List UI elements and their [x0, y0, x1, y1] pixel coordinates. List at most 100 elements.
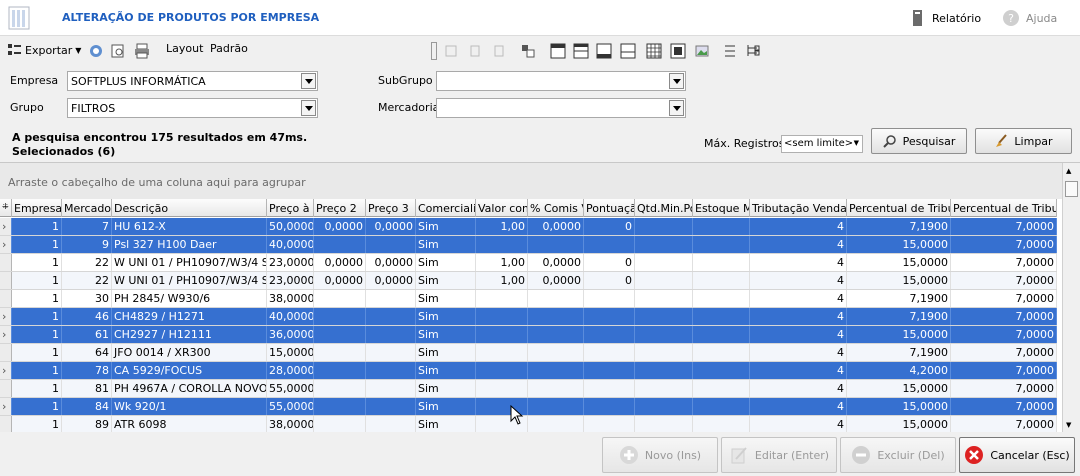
table-cell[interactable]: 4	[750, 272, 847, 289]
table-cell[interactable]: 38,0000	[267, 416, 314, 432]
table-cell[interactable]	[635, 308, 693, 325]
table-cell[interactable]: 4	[750, 326, 847, 343]
table-cell[interactable]: 7,0000	[951, 326, 1057, 343]
table-cell[interactable]	[584, 344, 635, 361]
table-row[interactable]: 1 30 PH 2845/ W930/6 38,0000 Sim 4 7,1900 7,000…	[0, 290, 1057, 308]
table-cell[interactable]	[366, 236, 416, 253]
table-row[interactable]: 1 22 W UNI 01 / PH10907/W3/4 S 23,0000 0,000…	[0, 254, 1057, 272]
table-cell[interactable]: Sim	[416, 398, 476, 415]
row-indicator[interactable]	[0, 416, 12, 432]
table-cell[interactable]: 7,1900	[847, 344, 951, 361]
table-cell[interactable]	[693, 254, 750, 271]
table-cell[interactable]	[476, 344, 528, 361]
table-cell[interactable]: 15,0000	[847, 398, 951, 415]
edit-button[interactable]: Editar (Enter)	[721, 437, 837, 473]
table-cell[interactable]: 1	[12, 254, 62, 271]
report-button[interactable]: Relatório	[912, 9, 981, 27]
table-cell[interactable]: 36,0000	[267, 326, 314, 343]
table-cell[interactable]: 28,0000	[267, 362, 314, 379]
table-cell[interactable]: Sim	[416, 380, 476, 397]
table-cell[interactable]	[314, 398, 366, 415]
table-cell[interactable]: 40,0000	[267, 308, 314, 325]
table-cell[interactable]: 1	[12, 326, 62, 343]
products-grid[interactable]: Arraste o cabeçalho de uma coluna aqui p…	[0, 162, 1080, 432]
table-cell[interactable]: 40,0000	[267, 236, 314, 253]
table-cell[interactable]: 89	[62, 416, 112, 432]
table-cell[interactable]: 15,0000	[847, 380, 951, 397]
max-records-select[interactable]: <sem limite> ▼	[781, 135, 863, 153]
column-header[interactable]: Empresa	[12, 199, 62, 217]
table-cell[interactable]: 4	[750, 344, 847, 361]
table-cell[interactable]: 0	[584, 254, 635, 271]
columns-icon[interactable]	[520, 43, 536, 59]
table-cell[interactable]	[584, 236, 635, 253]
auto-filter-icon[interactable]	[670, 43, 686, 59]
table-cell[interactable]	[635, 398, 693, 415]
table-cell[interactable]: 1	[12, 272, 62, 289]
table-cell[interactable]: 15,0000	[847, 236, 951, 253]
table-cell[interactable]	[528, 326, 584, 343]
table-cell[interactable]: Sim	[416, 308, 476, 325]
table-cell[interactable]: 7,0000	[951, 416, 1057, 432]
table-cell[interactable]: 22	[62, 272, 112, 289]
print-icon[interactable]	[134, 43, 150, 59]
row-indicator[interactable]: ›	[0, 326, 12, 343]
table-cell[interactable]: 55,0000	[267, 398, 314, 415]
table-cell[interactable]	[635, 218, 693, 235]
table-cell[interactable]: 1	[12, 380, 62, 397]
table-cell[interactable]: 4	[750, 254, 847, 271]
table-cell[interactable]: 1	[12, 308, 62, 325]
table-cell[interactable]: PH 4967A / COROLLA NOVO	[112, 380, 267, 397]
table-cell[interactable]: 0,0000	[528, 218, 584, 235]
table-cell[interactable]	[366, 416, 416, 432]
table-cell[interactable]: 9	[62, 236, 112, 253]
table-cell[interactable]	[693, 218, 750, 235]
table-cell[interactable]: 1,00	[476, 272, 528, 289]
tree-icon[interactable]	[745, 43, 761, 59]
row-indicator[interactable]	[0, 380, 12, 397]
table-cell[interactable]: 1,00	[476, 254, 528, 271]
table-cell[interactable]	[693, 236, 750, 253]
table-cell[interactable]: 23,0000	[267, 272, 314, 289]
table-cell[interactable]: 78	[62, 362, 112, 379]
table-row[interactable]: › 1 61 CH2927 / H12111 36,0000 Sim 4 15,0000 7,0…	[0, 326, 1057, 344]
table-cell[interactable]: 30	[62, 290, 112, 307]
table-cell[interactable]	[314, 362, 366, 379]
table-cell[interactable]: 0,0000	[528, 254, 584, 271]
table-cell[interactable]: 0	[584, 272, 635, 289]
table-cell[interactable]: 7,1900	[847, 218, 951, 235]
table-cell[interactable]: ATR 6098	[112, 416, 267, 432]
table-cell[interactable]: 4,2000	[847, 362, 951, 379]
table-cell[interactable]	[635, 236, 693, 253]
sort-desc-icon[interactable]	[491, 43, 507, 59]
table-row[interactable]: 1 22 W UNI 01 / PH10907/W3/4 S 23,0000 0,000…	[0, 272, 1057, 290]
table-cell[interactable]: 4	[750, 416, 847, 432]
table-cell[interactable]: Sim	[416, 290, 476, 307]
table-cell[interactable]	[693, 308, 750, 325]
row-indicator[interactable]: ›	[0, 362, 12, 379]
table-cell[interactable]	[476, 380, 528, 397]
table-cell[interactable]: 4	[750, 308, 847, 325]
table-cell[interactable]: 15,0000	[847, 326, 951, 343]
table-cell[interactable]: 7,0000	[951, 308, 1057, 325]
table-cell[interactable]	[528, 290, 584, 307]
dropdown-toggle[interactable]	[431, 42, 437, 60]
table-cell[interactable]: 0,0000	[314, 254, 366, 271]
table-cell[interactable]	[584, 308, 635, 325]
table-row[interactable]: › 1 78 CA 5929/FOCUS 28,0000 Sim 4 4,2000 7,0000	[0, 362, 1057, 380]
table-cell[interactable]: 1	[12, 416, 62, 432]
subgrupo-select[interactable]	[436, 71, 686, 91]
table-cell[interactable]: 4	[750, 290, 847, 307]
table-cell[interactable]: Sim	[416, 326, 476, 343]
table-cell[interactable]: Sim	[416, 362, 476, 379]
grupo-select[interactable]: FILTROS	[67, 98, 318, 118]
table-row[interactable]: 1 89 ATR 6098 38,0000 Sim 4 15,0000 7,0000	[0, 416, 1057, 432]
row-indicator[interactable]: ›	[0, 308, 12, 325]
column-header[interactable]: Percentual de Tributo	[951, 199, 1057, 217]
table-cell[interactable]	[366, 326, 416, 343]
mercadoria-select[interactable]	[436, 98, 686, 118]
table-cell[interactable]	[528, 416, 584, 432]
table-cell[interactable]	[693, 416, 750, 432]
column-header[interactable]: Comercializ	[416, 199, 476, 217]
view-list-icon[interactable]	[573, 43, 589, 59]
